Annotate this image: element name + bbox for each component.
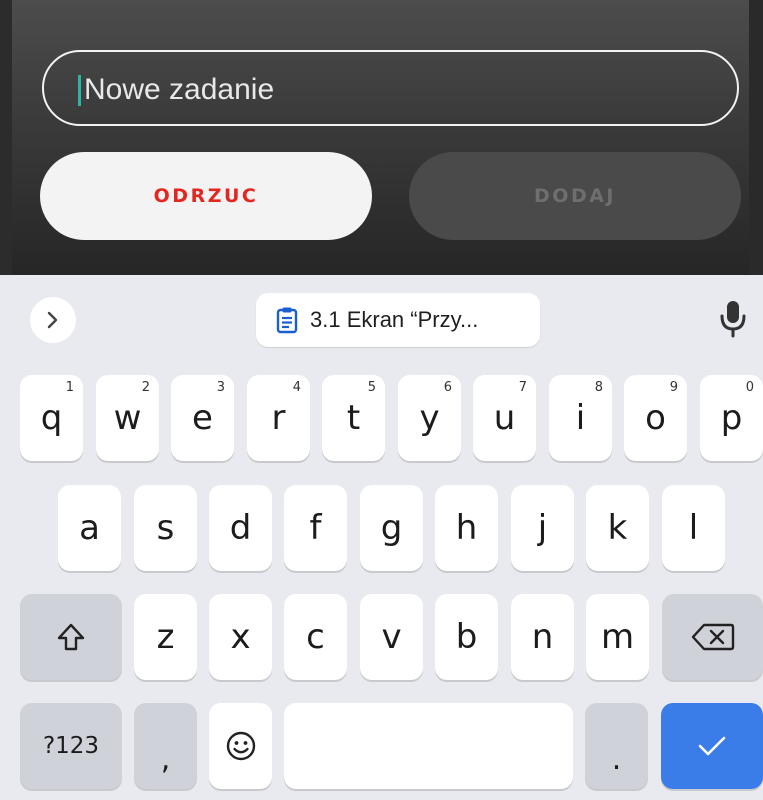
key-j[interactable]: j (511, 485, 574, 571)
key-label: a (79, 508, 100, 548)
key-label: d (229, 508, 252, 548)
key-hint: 6 (443, 380, 452, 395)
checkmark-icon (698, 736, 726, 756)
key-hint: 1 (65, 380, 74, 395)
key-label: w (113, 398, 142, 438)
key-label: l (688, 508, 699, 548)
chevron-right-icon (47, 311, 58, 329)
comma-key[interactable]: , (134, 703, 197, 789)
period-key[interactable]: . (585, 703, 648, 789)
clipboard-suggestion-text: 3.1 Ekran “Przy... (310, 307, 479, 332)
reject-button[interactable]: ODRZUC (40, 152, 372, 240)
key-label: s (156, 508, 175, 548)
symbols-key[interactable]: ?123 (20, 703, 122, 789)
key-label: q (40, 398, 63, 438)
emoji-icon (226, 731, 255, 761)
clipboard-icon (276, 307, 298, 334)
key-label: x (230, 617, 251, 657)
text-cursor (78, 75, 81, 106)
key-label: p (720, 398, 743, 438)
keyboard-toolbar: 3.1 Ekran “Przy... (0, 275, 763, 361)
key-w[interactable]: 2w (96, 375, 159, 461)
key-k[interactable]: k (586, 485, 649, 571)
key-label: c (306, 617, 325, 657)
key-x[interactable]: x (209, 594, 272, 680)
key-o[interactable]: 9o (624, 375, 687, 461)
key-hint: 4 (292, 380, 301, 395)
mic-icon (720, 301, 746, 338)
key-label: u (493, 398, 516, 438)
task-input-placeholder: Nowe zadanie (84, 73, 275, 106)
key-hint: 7 (518, 380, 527, 395)
backspace-key[interactable] (662, 594, 763, 680)
key-hint: 5 (367, 380, 376, 395)
key-h[interactable]: h (435, 485, 498, 571)
soft-keyboard: 3.1 Ekran “Przy... 1q2w3e4r5t6y7u8i9o0p … (0, 275, 763, 800)
key-label: i (575, 398, 586, 438)
shift-key[interactable] (20, 594, 122, 680)
key-e[interactable]: 3e (171, 375, 234, 461)
key-label: z (156, 617, 175, 657)
key-y[interactable]: 6y (398, 375, 461, 461)
key-c[interactable]: c (284, 594, 347, 680)
emoji-key[interactable] (209, 703, 272, 789)
key-label: f (309, 508, 322, 548)
key-label: r (271, 398, 286, 438)
shift-icon (57, 623, 85, 651)
key-label: k (607, 508, 628, 548)
key-hint: 3 (216, 380, 225, 395)
key-label: o (645, 398, 666, 438)
clipboard-suggestion-chip[interactable]: 3.1 Ekran “Przy... (256, 293, 540, 347)
key-label: e (192, 398, 213, 438)
key-u[interactable]: 7u (473, 375, 536, 461)
key-m[interactable]: m (586, 594, 649, 680)
key-label: h (455, 508, 478, 548)
key-hint: 8 (594, 380, 603, 395)
key-z[interactable]: z (134, 594, 197, 680)
key-label: v (381, 617, 402, 657)
key-label: n (531, 617, 554, 657)
key-label: m (600, 617, 635, 657)
key-a[interactable]: a (58, 485, 121, 571)
task-input[interactable]: Nowe zadanie (42, 50, 739, 126)
add-button[interactable]: DODAJ (409, 152, 741, 240)
space-key[interactable] (284, 703, 573, 789)
key-label: j (537, 508, 548, 548)
key-n[interactable]: n (511, 594, 574, 680)
enter-key[interactable] (661, 703, 763, 789)
key-label: b (455, 617, 478, 657)
key-b[interactable]: b (435, 594, 498, 680)
key-i[interactable]: 8i (549, 375, 612, 461)
key-hint: 9 (669, 380, 678, 395)
key-g[interactable]: g (360, 485, 423, 571)
key-q[interactable]: 1q (20, 375, 83, 461)
voice-input-button[interactable] (718, 299, 748, 339)
key-t[interactable]: 5t (322, 375, 385, 461)
key-label: t (346, 398, 361, 438)
key-s[interactable]: s (134, 485, 197, 571)
key-p[interactable]: 0p (700, 375, 763, 461)
key-label: g (380, 508, 403, 548)
key-label: y (419, 398, 440, 438)
key-d[interactable]: d (209, 485, 272, 571)
new-task-dialog: Nowe zadanie ODRZUC DODAJ (0, 0, 763, 275)
key-hint: 2 (141, 380, 150, 395)
key-f[interactable]: f (284, 485, 347, 571)
key-hint: 0 (745, 380, 754, 395)
key-r[interactable]: 4r (247, 375, 310, 461)
key-l[interactable]: l (662, 485, 725, 571)
backspace-icon (691, 623, 734, 651)
key-v[interactable]: v (360, 594, 423, 680)
toolbar-expand-button[interactable] (30, 297, 76, 343)
